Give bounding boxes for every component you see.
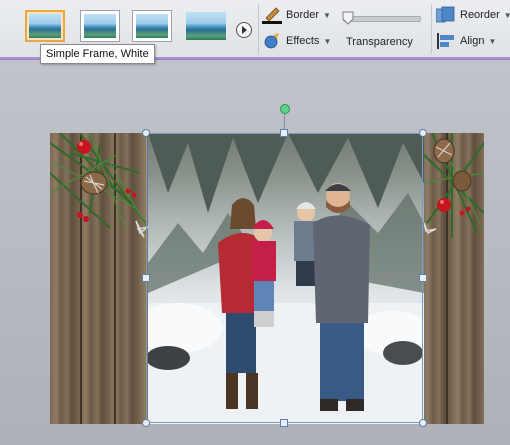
style-thumb-2[interactable]	[80, 10, 120, 42]
rotate-handle[interactable]	[280, 104, 290, 114]
gallery-next-button[interactable]	[236, 22, 252, 38]
border-button[interactable]: Border ▼	[262, 6, 331, 24]
style-thumb-simple-frame-white[interactable]	[25, 10, 65, 42]
separator	[431, 4, 432, 54]
resize-handle-top[interactable]	[280, 129, 288, 137]
reorder-icon	[436, 6, 455, 23]
resize-handle-bottom-right[interactable]	[419, 419, 427, 427]
effects-label: Effects	[286, 35, 320, 47]
rotation-handle-stem	[284, 114, 285, 130]
resize-handle-bottom[interactable]	[280, 419, 288, 427]
chevron-right-icon	[242, 26, 247, 34]
pine-garland-left	[50, 133, 151, 238]
separator	[258, 4, 259, 54]
pine-garland-right	[422, 133, 484, 238]
selection-border	[146, 133, 423, 423]
style-thumb-4[interactable]	[186, 12, 226, 40]
pen-icon	[262, 7, 282, 24]
caret-down-icon: ▼	[323, 10, 331, 20]
resize-handle-left[interactable]	[142, 274, 150, 282]
align-icon	[437, 33, 454, 49]
align-button[interactable]: Align ▼	[436, 33, 496, 49]
effects-button[interactable]: Effects ▼	[262, 33, 331, 49]
reorder-label: Reorder	[460, 9, 500, 21]
align-label: Align	[460, 35, 485, 47]
border-label: Border	[286, 9, 320, 21]
transparency-label: Transparency	[346, 36, 413, 48]
caret-down-icon: ▼	[488, 36, 497, 46]
slider-thumb[interactable]	[342, 11, 354, 25]
transparency-slider[interactable]	[342, 11, 421, 25]
effects-icon	[264, 33, 279, 49]
resize-handle-top-left[interactable]	[142, 129, 150, 137]
caret-down-icon: ▼	[323, 36, 332, 46]
reorder-button[interactable]: Reorder ▼	[436, 6, 510, 24]
resize-handle-bottom-left[interactable]	[142, 419, 150, 427]
resize-handle-top-right[interactable]	[419, 129, 427, 137]
resize-handle-right[interactable]	[419, 274, 427, 282]
style-thumb-3[interactable]	[132, 10, 172, 42]
style-tooltip: Simple Frame, White	[40, 44, 155, 64]
caret-down-icon: ▼	[503, 10, 510, 20]
